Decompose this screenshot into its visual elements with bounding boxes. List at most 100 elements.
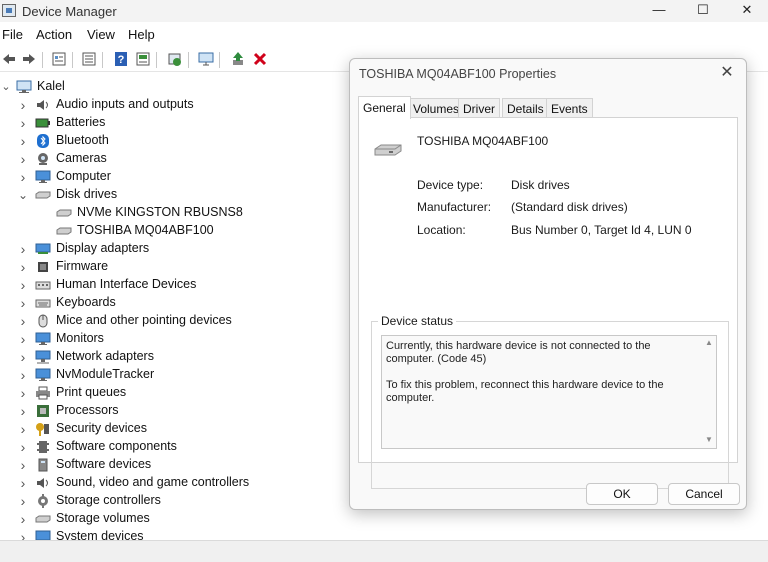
cancel-button[interactable]: Cancel	[668, 483, 740, 505]
tree-category-display-adapters[interactable]: › Display adapters	[0, 240, 350, 258]
chevron-right-icon[interactable]: ›	[17, 296, 29, 310]
device-status-group: Device status Currently, this hardware d…	[371, 314, 729, 489]
scan-icon[interactable]	[197, 51, 215, 69]
menu-file[interactable]: File	[2, 27, 23, 42]
enable-icon[interactable]	[229, 51, 247, 69]
tree-category-network-adapters[interactable]: › Network adapters	[0, 348, 350, 366]
chevron-down-icon[interactable]: ⌄	[17, 188, 29, 202]
tree-category-monitors[interactable]: › Monitors	[0, 330, 350, 348]
uninstall-icon[interactable]	[251, 51, 269, 69]
dialog-close-button[interactable]: ✕	[716, 63, 738, 83]
network-icon	[35, 350, 51, 364]
help-icon[interactable]: ?	[112, 51, 130, 69]
maximize-button[interactable]: ☐	[680, 1, 726, 21]
chevron-right-icon[interactable]: ›	[17, 368, 29, 382]
close-button[interactable]: ✕	[724, 1, 768, 21]
tree-category-software-devices[interactable]: › Software devices	[0, 456, 350, 474]
tree-category-sound-video-and-game-controllers[interactable]: › Sound, video and game controllers	[0, 474, 350, 492]
disk-icon	[35, 188, 51, 202]
chevron-right-icon[interactable]: ›	[17, 530, 29, 540]
speaker-icon	[35, 476, 51, 490]
window-title: Device Manager	[22, 4, 117, 19]
chevron-right-icon[interactable]: ›	[17, 350, 29, 364]
chevron-right-icon[interactable]: ›	[17, 242, 29, 256]
tree-item-label: Cameras	[56, 151, 107, 165]
chevron-right-icon[interactable]: ›	[17, 314, 29, 328]
tree-category-disk-drives[interactable]: ⌄ Disk drives	[0, 186, 350, 204]
chevron-right-icon[interactable]: ›	[17, 170, 29, 184]
show-hidden-icon[interactable]	[134, 51, 152, 69]
tab-events[interactable]: Events	[546, 98, 593, 118]
computer-icon	[35, 530, 51, 540]
menu-help[interactable]: Help	[128, 27, 155, 42]
tree-category-bluetooth[interactable]: › Bluetooth	[0, 132, 350, 150]
chevron-right-icon[interactable]: ›	[17, 98, 29, 112]
back-icon[interactable]	[0, 51, 18, 69]
tree-category-human-interface-devices[interactable]: › Human Interface Devices	[0, 276, 350, 294]
tab-details[interactable]: Details	[502, 98, 549, 118]
tree-item-label: NvModuleTracker	[56, 367, 155, 381]
tree-category-system-devices[interactable]: › System devices	[0, 528, 350, 540]
tree-category-batteries[interactable]: › Batteries	[0, 114, 350, 132]
manufacturer-value: (Standard disk drives)	[511, 200, 628, 214]
scroll-down-icon[interactable]: ▼	[704, 435, 714, 445]
tree-category-storage-volumes[interactable]: › Storage volumes	[0, 510, 350, 528]
tab-volumes[interactable]: Volumes	[408, 98, 465, 118]
chevron-right-icon[interactable]: ›	[17, 332, 29, 346]
tree-category-mice-and-other-pointing-devices[interactable]: › Mice and other pointing devices	[0, 312, 350, 330]
tree-category-audio-inputs-and-outputs[interactable]: › Audio inputs and outputs	[0, 96, 350, 114]
tree-item-label: Disk drives	[56, 187, 118, 201]
chevron-right-icon[interactable]: ›	[17, 278, 29, 292]
menu-action[interactable]: Action	[36, 27, 72, 42]
chevron-right-icon[interactable]: ›	[17, 476, 29, 490]
tree-category-computer[interactable]: › Computer	[0, 168, 350, 186]
update-driver-icon[interactable]	[166, 51, 184, 69]
list-icon[interactable]	[80, 51, 98, 69]
chevron-right-icon[interactable]: ›	[17, 260, 29, 274]
chevron-right-icon[interactable]: ›	[17, 116, 29, 130]
chevron-right-icon[interactable]: ›	[17, 440, 29, 454]
tree-item-label: Computer	[56, 169, 111, 183]
chevron-right-icon[interactable]: ›	[17, 494, 29, 508]
menu-view[interactable]: View	[87, 27, 115, 42]
chip-icon	[35, 260, 51, 274]
tree-category-storage-controllers[interactable]: › Storage controllers	[0, 492, 350, 510]
forward-icon[interactable]	[20, 51, 38, 69]
chevron-right-icon[interactable]: ›	[17, 404, 29, 418]
minimize-button[interactable]: —	[636, 1, 682, 21]
tree-category-firmware[interactable]: › Firmware	[0, 258, 350, 276]
tree-category-keyboards[interactable]: › Keyboards	[0, 294, 350, 312]
tree-device-nvme-kingston-rbusns8[interactable]: NVMe KINGSTON RBUSNS8	[0, 204, 350, 222]
chevron-right-icon[interactable]: ›	[17, 152, 29, 166]
toolbar-separator	[188, 52, 189, 68]
monitor-icon	[35, 332, 51, 346]
chevron-down-icon[interactable]: ⌄	[0, 80, 12, 94]
ok-button[interactable]: OK	[586, 483, 658, 505]
keyboard-icon	[35, 296, 51, 310]
tree-category-print-queues[interactable]: › Print queues	[0, 384, 350, 402]
chevron-right-icon[interactable]: ›	[17, 512, 29, 526]
status-scrollbar[interactable]: ▲ ▼	[702, 336, 716, 448]
tab-driver[interactable]: Driver	[458, 98, 500, 118]
dialog-title: TOSHIBA MQ04ABF100 Properties	[359, 67, 557, 81]
chevron-right-icon[interactable]: ›	[17, 134, 29, 148]
tree-category-security-devices[interactable]: › Security devices	[0, 420, 350, 438]
tree-category-cameras[interactable]: › Cameras	[0, 150, 350, 168]
tree-category-software-components[interactable]: › Software components	[0, 438, 350, 456]
tree-item-label: Firmware	[56, 259, 109, 273]
properties-icon[interactable]	[50, 51, 68, 69]
tree-item-label: System devices	[56, 529, 144, 540]
chevron-right-icon[interactable]: ›	[17, 458, 29, 472]
chevron-right-icon[interactable]: ›	[17, 422, 29, 436]
scroll-up-icon[interactable]: ▲	[704, 338, 714, 348]
tree-category-processors[interactable]: › Processors	[0, 402, 350, 420]
tree-item-label: Network adapters	[56, 349, 154, 363]
device-status-textbox[interactable]: Currently, this hardware device is not c…	[381, 335, 717, 449]
chevron-right-icon[interactable]: ›	[17, 386, 29, 400]
tree-item-label: Storage volumes	[56, 511, 150, 525]
tab-general[interactable]: General	[358, 96, 411, 119]
disk-icon	[35, 512, 51, 526]
tree-device-toshiba-mq04abf100[interactable]: TOSHIBA MQ04ABF100	[0, 222, 350, 240]
tree-category-nvmoduletracker[interactable]: › NvModuleTracker	[0, 366, 350, 384]
tree-root[interactable]: ⌄ Kalel	[0, 78, 350, 96]
